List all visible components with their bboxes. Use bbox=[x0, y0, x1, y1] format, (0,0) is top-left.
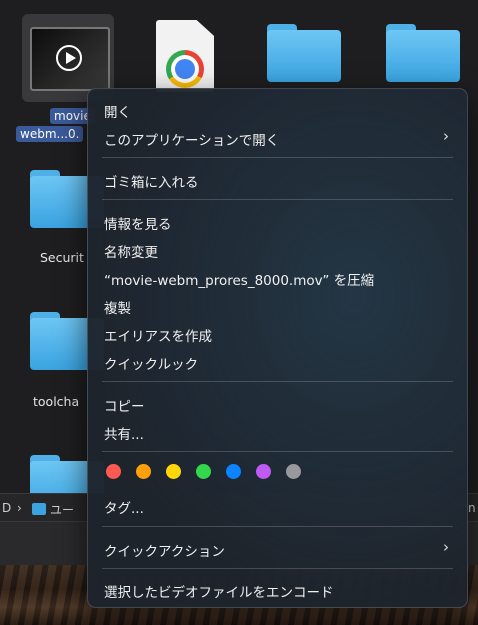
menu-separator bbox=[102, 526, 453, 527]
tag-color-dot[interactable] bbox=[226, 464, 241, 479]
menu-item-share[interactable]: 共有... bbox=[104, 423, 144, 443]
folder-label-security[interactable]: Securit bbox=[40, 250, 84, 265]
play-icon bbox=[56, 45, 82, 71]
tag-color-dot[interactable] bbox=[196, 464, 211, 479]
menu-item-move-to-trash[interactable]: ゴミ箱に入れる bbox=[104, 171, 199, 191]
tag-color-dot[interactable] bbox=[136, 464, 151, 479]
path-segment[interactable]: n bbox=[468, 501, 476, 515]
tag-color-dot[interactable] bbox=[166, 464, 181, 479]
context-menu: 開く このアプリケーションで開く › ゴミ箱に入れる 情報を見る 名称変更 “m… bbox=[87, 88, 468, 608]
menu-item-rename[interactable]: 名称変更 bbox=[104, 241, 158, 261]
chevron-right-icon: › bbox=[443, 538, 449, 556]
tag-color-dot[interactable] bbox=[106, 464, 121, 479]
folder-icon[interactable] bbox=[386, 24, 460, 82]
menu-separator bbox=[102, 157, 453, 158]
folder-label-toolchain[interactable]: toolcha bbox=[33, 394, 79, 409]
tag-color-dot[interactable] bbox=[256, 464, 271, 479]
folder-icon[interactable] bbox=[267, 24, 341, 82]
path-segment[interactable]: ユー bbox=[50, 501, 74, 518]
folder-icon bbox=[32, 503, 46, 515]
menu-item-quick-look[interactable]: クイックルック bbox=[104, 353, 198, 373]
menu-item-tags[interactable]: タグ... bbox=[104, 497, 144, 517]
menu-item-open-with[interactable]: このアプリケーションで開く bbox=[104, 129, 279, 149]
file-name-line2[interactable]: webm...0. bbox=[16, 126, 84, 142]
menu-separator bbox=[102, 381, 453, 382]
menu-separator bbox=[102, 568, 453, 569]
menu-separator bbox=[102, 451, 453, 452]
menu-item-copy[interactable]: コピー bbox=[104, 395, 145, 415]
menu-item-open[interactable]: 開く bbox=[104, 101, 131, 121]
path-separator: › bbox=[17, 501, 22, 515]
menu-item-quick-actions[interactable]: クイックアクション bbox=[104, 540, 225, 560]
chevron-right-icon: › bbox=[443, 127, 449, 145]
chrome-logo-icon bbox=[166, 50, 204, 88]
menu-item-encode-video[interactable]: 選択したビデオファイルをエンコード bbox=[104, 581, 334, 601]
menu-separator bbox=[102, 199, 453, 200]
menu-item-duplicate[interactable]: 複製 bbox=[104, 297, 131, 317]
movie-file-thumbnail[interactable] bbox=[30, 27, 110, 91]
menu-item-get-info[interactable]: 情報を見る bbox=[104, 213, 172, 233]
menu-item-make-alias[interactable]: エイリアスを作成 bbox=[104, 325, 212, 345]
path-segment[interactable]: D bbox=[2, 501, 11, 515]
tag-color-dot[interactable] bbox=[286, 464, 301, 479]
menu-item-compress[interactable]: “movie-webm_prores_8000.mov” を圧縮 bbox=[104, 269, 374, 289]
